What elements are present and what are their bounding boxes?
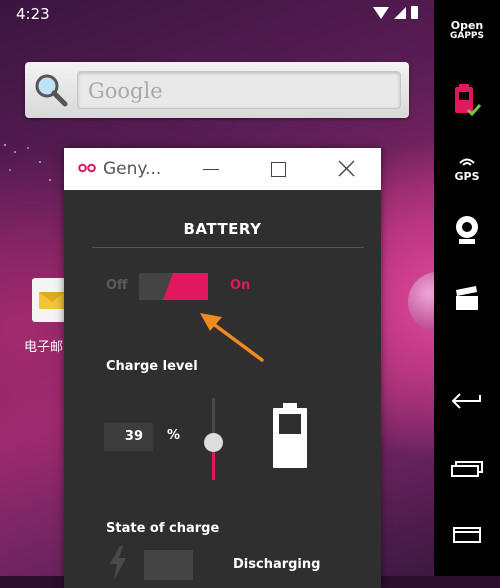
genymotion-battery-window: Geny... BATTERY Off On Charge level 39 %… <box>64 148 381 588</box>
signal-icon <box>394 6 406 19</box>
back-icon <box>451 393 481 409</box>
charge-level-label: Charge level <box>106 359 198 374</box>
screencast-icon <box>456 286 478 310</box>
close-button[interactable] <box>332 154 362 184</box>
wifi-icon <box>373 6 389 19</box>
charge-level-input[interactable]: 39 <box>104 423 153 451</box>
battery-panel: BATTERY Off On Charge level 39 % State o… <box>64 190 381 588</box>
opengapps-line2: GAPPS <box>449 31 485 41</box>
charging-bolt-icon <box>110 546 126 580</box>
panel-divider <box>92 247 364 248</box>
status-bar: 4:23 <box>0 0 434 28</box>
menu-button[interactable] <box>434 526 500 548</box>
toggle-on-label: On <box>230 278 251 293</box>
battery-mode-toggle[interactable] <box>139 273 208 300</box>
status-time: 4:23 <box>16 5 50 23</box>
state-of-charge-value: Discharging <box>233 557 321 572</box>
gps-label: GPS <box>454 170 480 183</box>
opengapps-button[interactable]: Open GAPPS <box>434 20 500 42</box>
menu-icon <box>453 527 481 543</box>
window-titlebar[interactable]: Geny... <box>64 148 381 190</box>
maximize-button[interactable] <box>265 154 295 184</box>
battery-status-icon <box>411 6 418 19</box>
charge-slider-thumb[interactable] <box>204 433 223 452</box>
opengapps-line1: Open <box>450 19 484 32</box>
state-of-charge-label: State of charge <box>106 521 220 536</box>
search-input[interactable]: Google <box>77 71 401 109</box>
webcam-button[interactable] <box>434 214 500 250</box>
gps-signal-icon <box>459 158 475 166</box>
battery-level-icon <box>273 403 307 468</box>
screencast-button[interactable] <box>434 286 500 316</box>
toggle-off-label: Off <box>106 278 128 293</box>
genymotion-logo-icon <box>78 163 96 173</box>
battery-widget-button[interactable] <box>434 84 500 122</box>
google-search-widget[interactable]: Google <box>25 62 409 118</box>
recent-apps-button[interactable] <box>434 460 500 482</box>
status-icons <box>373 6 418 19</box>
window-title: Geny... <box>103 159 162 179</box>
recent-apps-icon <box>451 461 483 477</box>
search-icon <box>35 74 68 107</box>
gps-button[interactable]: GPS <box>434 152 500 182</box>
battery-icon <box>455 84 482 117</box>
toggle-fill <box>163 273 208 300</box>
percent-unit: % <box>167 428 181 443</box>
minimize-button[interactable] <box>197 154 227 184</box>
stars-decoration <box>4 144 51 181</box>
webcam-icon <box>456 216 478 244</box>
back-button[interactable] <box>434 390 500 416</box>
panel-title: BATTERY <box>183 220 262 238</box>
planet-decoration <box>408 272 434 332</box>
genymotion-toolbar: Open GAPPS GPS <box>434 0 500 576</box>
